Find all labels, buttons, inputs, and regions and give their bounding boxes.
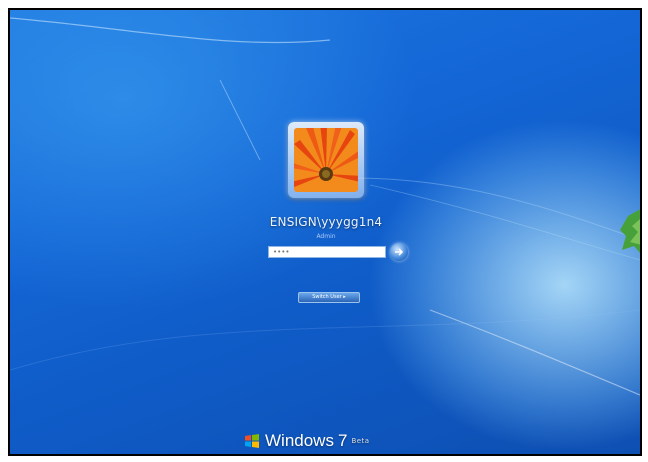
user-subtitle: Admin — [316, 233, 336, 240]
product-edition: Beta — [351, 437, 370, 445]
green-leaf-decoration — [620, 209, 640, 253]
background-streaks — [10, 17, 640, 396]
screenshot-frame: ENSIGN\yyygg1n4 Admin Switch User ▸ Wind… — [8, 8, 642, 456]
switch-user-button[interactable]: Switch User ▸ — [298, 292, 360, 303]
submit-arrow-button[interactable] — [390, 243, 408, 261]
password-input[interactable] — [268, 246, 386, 258]
logon-screen: ENSIGN\yyygg1n4 Admin Switch User ▸ Wind… — [10, 10, 640, 454]
windows-flag-icon — [245, 434, 259, 448]
arrow-right-icon — [395, 248, 404, 256]
windows-branding: Windows 7 Beta — [244, 430, 370, 452]
flower-picture — [294, 128, 358, 192]
product-name: Windows — [265, 431, 334, 450]
user-tile — [288, 122, 364, 198]
product-version: 7 — [337, 431, 348, 450]
username-label: ENSIGN\yyygg1n4 — [269, 215, 383, 229]
